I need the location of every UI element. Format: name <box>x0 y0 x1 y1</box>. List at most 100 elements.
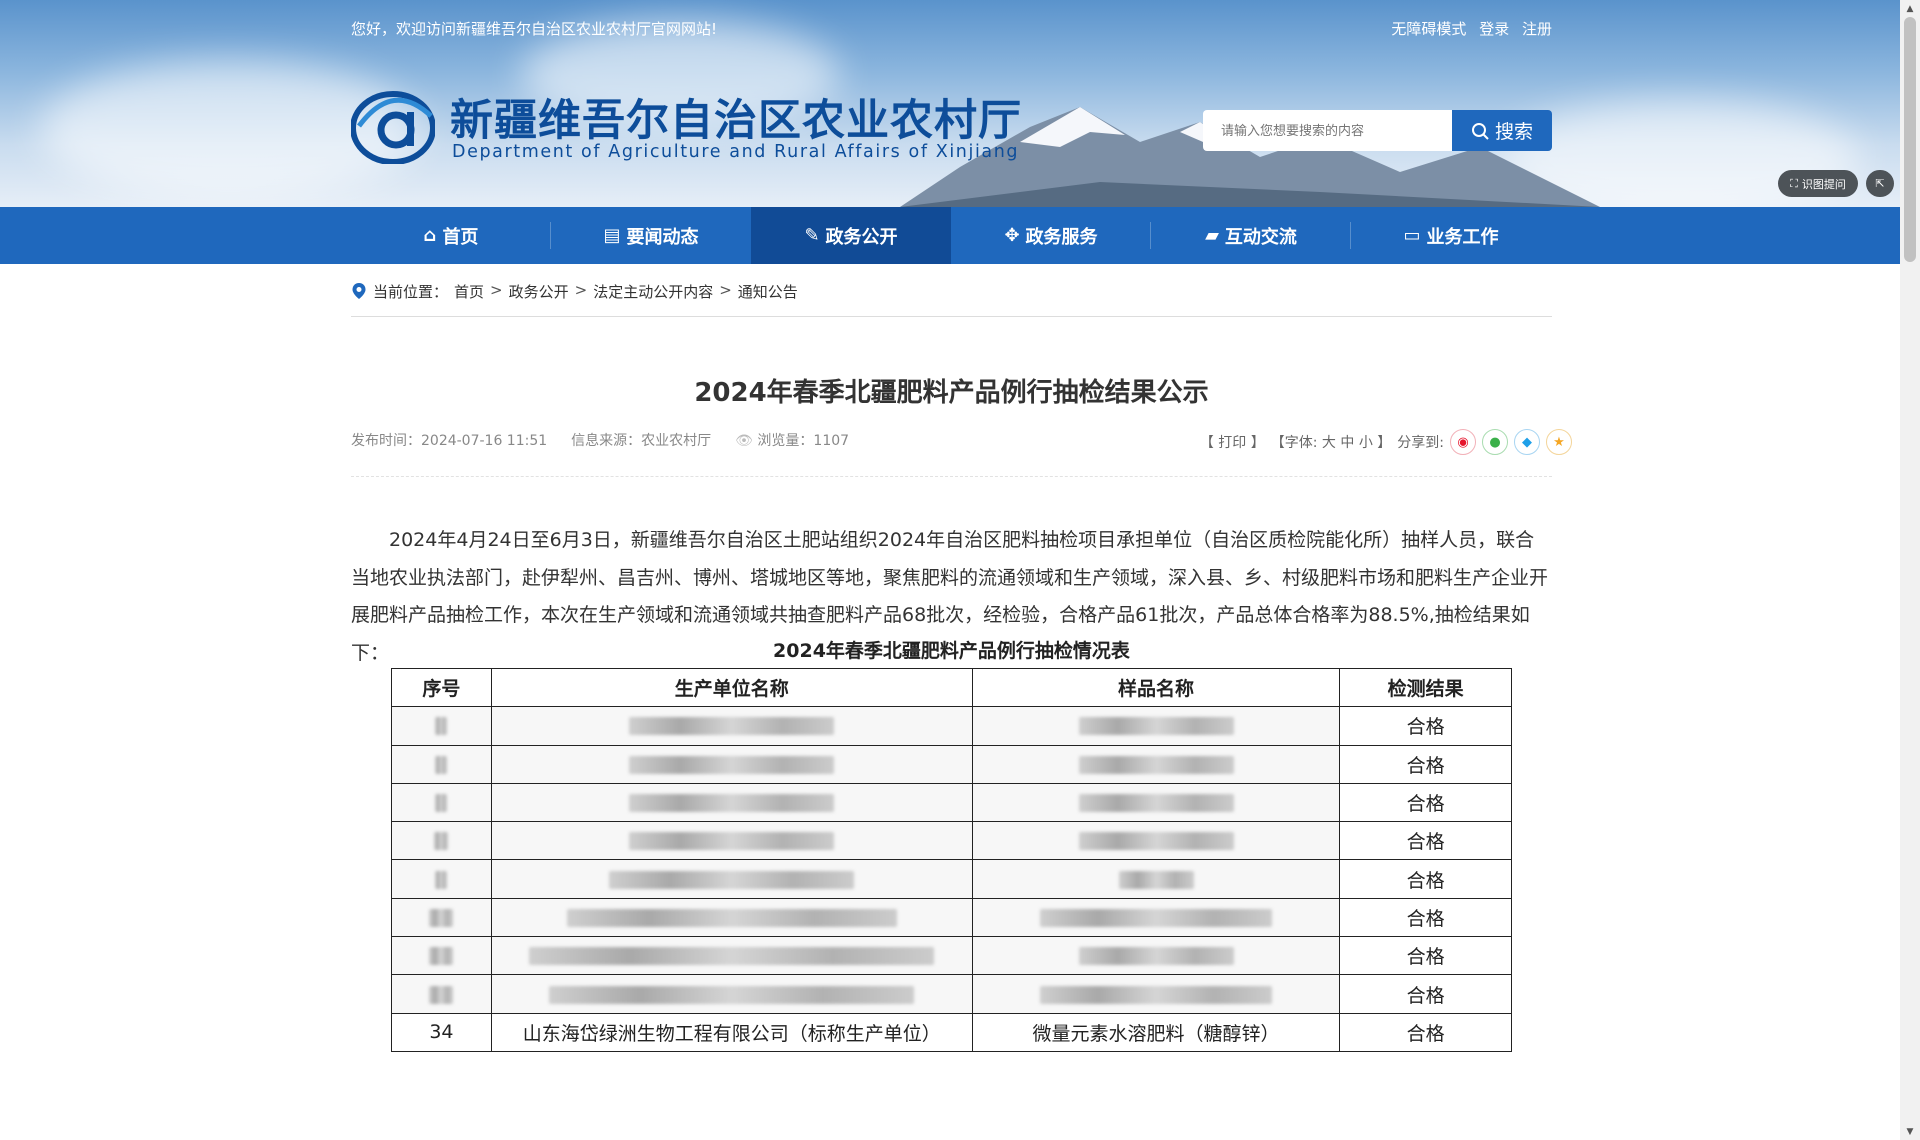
ocr-ask-label: 识图提问 <box>1801 177 1846 191</box>
redacted-cell <box>490 782 973 823</box>
redacted-cell <box>391 782 492 823</box>
views-info: 👁 浏览量：1107 <box>735 430 849 450</box>
header-no: 序号 <box>391 667 492 708</box>
nav-item-business[interactable]: ▭ 业务工作 <box>1351 207 1551 264</box>
redacted-cell <box>391 821 492 861</box>
redacted-cell <box>391 744 492 784</box>
breadcrumb-notices[interactable]: 通知公告 <box>738 281 798 302</box>
search-input[interactable] <box>1203 110 1452 151</box>
scroll-down-arrow-icon[interactable]: ▼ <box>1900 1123 1920 1140</box>
table-row: 合格 <box>391 936 1512 976</box>
nav-item-news[interactable]: ▤ 要闻动态 <box>551 207 751 264</box>
accessibility-link[interactable]: 无障碍模式 <box>1391 20 1466 38</box>
nav-item-gov-services[interactable]: ✥ 政务服务 <box>951 207 1151 264</box>
grid-icon: ✥ <box>1004 225 1020 246</box>
results-table: 序号 生产单位名称 样品名称 检测结果 合格 合格 合格 合格 合格 合格 合格… <box>391 667 1512 1052</box>
nav-item-home[interactable]: ⌂ 首页 <box>351 207 551 264</box>
redacted-cell <box>490 744 973 784</box>
nav-item-interaction[interactable]: ▰ 互动交流 <box>1151 207 1351 264</box>
article-title: 2024年春季北疆肥料产品例行抽检结果公示 <box>694 378 1209 408</box>
site-subtitle: Department of Agriculture and Rural Affa… <box>452 142 1020 162</box>
eye-icon: 👁 <box>735 433 753 449</box>
breadcrumb-separator: > <box>574 281 588 299</box>
register-link[interactable]: 注册 <box>1522 20 1552 38</box>
login-link[interactable]: 登录 <box>1479 20 1509 38</box>
result-cell: 合格 <box>1339 1012 1512 1052</box>
table-row: 合格 <box>391 782 1512 823</box>
qq-icon[interactable]: ◆ <box>1514 429 1540 455</box>
table-header-row: 序号 生产单位名称 样品名称 检测结果 <box>391 667 1512 708</box>
site-logo[interactable] <box>351 86 435 164</box>
scroll-up-arrow-icon[interactable]: ▲ <box>1900 0 1920 17</box>
nav-item-label: 互动交流 <box>1224 226 1297 248</box>
redacted-cell <box>971 744 1341 784</box>
article-tools: 【 打印 】 【字体: 大 中 小 】 分享到: ◉ ● ◆ ★ <box>1200 429 1572 455</box>
redacted-cell <box>971 706 1341 746</box>
result-cell: 合格 <box>1339 974 1512 1014</box>
redacted-cell <box>971 782 1341 823</box>
publish-info: 发布时间：2024-07-16 11:51 <box>351 430 547 450</box>
divider <box>351 476 1552 477</box>
table-row: 合格 <box>391 859 1512 899</box>
result-cell: 合格 <box>1339 859 1512 899</box>
external-link-icon: ⇱ <box>1875 177 1885 190</box>
article-meta: 发布时间：2024-07-16 11:51 信息来源：农业农村厅 👁 浏览量：1… <box>351 430 849 450</box>
redacted-cell <box>971 974 1341 1014</box>
result-cell: 合格 <box>1339 744 1512 784</box>
table-row: 合格 <box>391 706 1512 746</box>
row-number-cell: 34 <box>391 1012 492 1052</box>
breadcrumb-separator: > <box>719 281 732 299</box>
favorite-icon[interactable]: ★ <box>1546 429 1572 455</box>
redacted-cell <box>391 974 492 1014</box>
wechat-icon[interactable]: ● <box>1482 429 1508 455</box>
redacted-cell <box>971 821 1341 861</box>
nav-item-label: 首页 <box>442 226 479 248</box>
result-cell: 合格 <box>1339 706 1512 746</box>
table-row: 合格 <box>391 821 1512 861</box>
header-sample: 样品名称 <box>971 667 1341 708</box>
table-row: 34 山东海岱绿洲生物工程有限公司（标称生产单位） 微量元素水溶肥料（糖醇锌） … <box>391 1012 1512 1052</box>
font-size-switcher[interactable]: 【字体: 大 中 小 】 <box>1271 432 1392 452</box>
weibo-icon[interactable]: ◉ <box>1450 429 1476 455</box>
main-nav: ⌂ 首页 ▤ 要闻动态 ✎ 政务公开 ✥ 政务服务 ▰ 互动交流 ▭ 业务工作 <box>0 207 1900 264</box>
search-button[interactable]: 搜索 <box>1452 110 1552 151</box>
search-icon <box>1471 122 1489 140</box>
breadcrumb-gov-affairs[interactable]: 政务公开 <box>509 281 569 302</box>
print-link[interactable]: 【 打印 】 <box>1200 432 1265 452</box>
nav-item-gov-affairs[interactable]: ✎ 政务公开 <box>751 207 951 264</box>
sample-cell: 微量元素水溶肥料（糖醇锌） <box>971 1012 1341 1052</box>
nav-item-label: 政务服务 <box>1025 226 1098 248</box>
search-box: 搜索 <box>1203 110 1552 151</box>
external-share-button[interactable]: ⇱ <box>1866 170 1894 197</box>
monitor-icon: ▭ <box>1403 225 1421 246</box>
source-label: 信息来源： <box>571 433 642 449</box>
breadcrumb-label: 当前位置： <box>373 283 449 301</box>
breadcrumb-public-content[interactable]: 法定主动公开内容 <box>593 281 713 302</box>
result-cell: 合格 <box>1339 897 1512 938</box>
redacted-cell <box>490 897 973 938</box>
publish-time: 2024-07-16 11:51 <box>421 433 548 449</box>
table-row: 合格 <box>391 744 1512 784</box>
scrollbar-thumb[interactable] <box>1904 17 1916 262</box>
nav-item-label: 政务公开 <box>825 226 898 248</box>
breadcrumb: 当前位置： 首页 > 政务公开 > 法定主动公开内容 > 通知公告 <box>351 281 1552 317</box>
top-links: 无障碍模式 登录 注册 <box>1383 18 1552 39</box>
table-row: 合格 <box>391 897 1512 938</box>
breadcrumb-separator: > <box>490 281 503 299</box>
redacted-cell <box>391 897 492 938</box>
publish-label: 发布时间： <box>351 433 421 449</box>
nav-item-label: 业务工作 <box>1426 226 1499 248</box>
search-button-label: 搜索 <box>1494 122 1533 143</box>
ocr-ask-button[interactable]: ⛶ 识图提问 <box>1778 170 1858 197</box>
vertical-scrollbar[interactable]: ▲ ▼ <box>1900 0 1920 1140</box>
table-row: 合格 <box>391 974 1512 1014</box>
redacted-cell <box>490 859 973 899</box>
redacted-cell <box>490 936 973 976</box>
redacted-cell <box>490 706 973 746</box>
redacted-cell <box>971 859 1341 899</box>
redacted-cell <box>490 821 973 861</box>
redacted-cell <box>490 974 973 1014</box>
share-label: 分享到: <box>1397 435 1444 451</box>
document-icon: ✎ <box>804 225 820 246</box>
breadcrumb-home[interactable]: 首页 <box>454 281 484 302</box>
